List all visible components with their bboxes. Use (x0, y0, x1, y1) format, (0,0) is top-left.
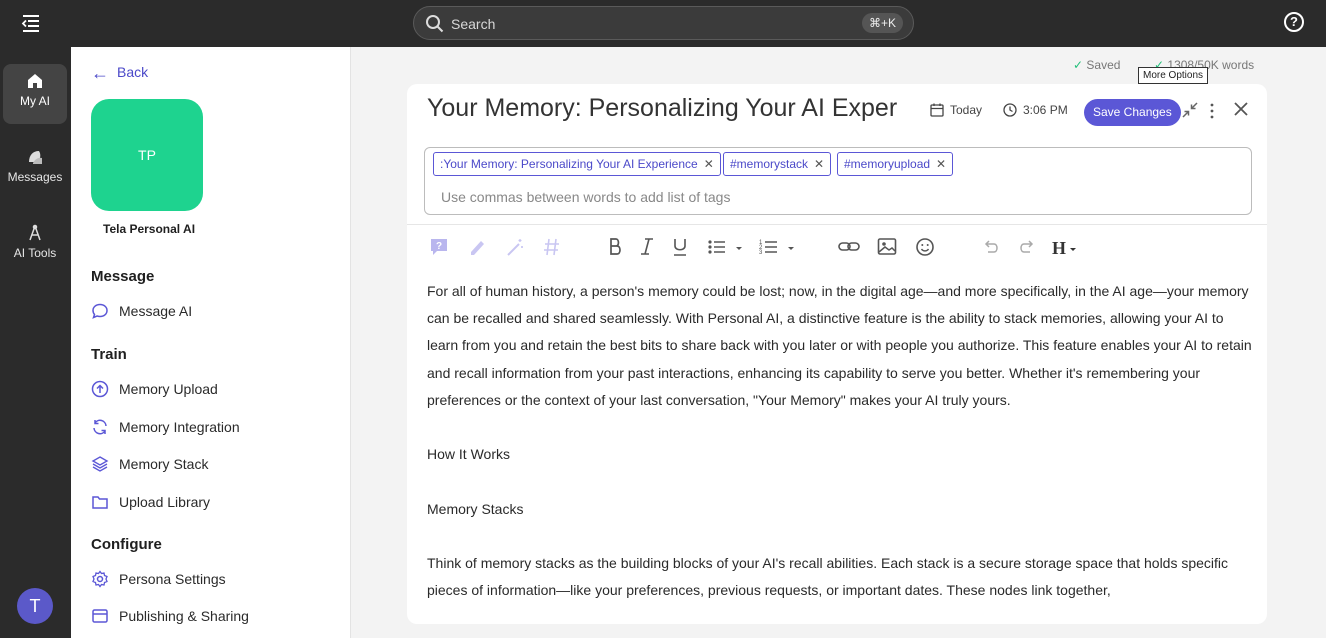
close-icon[interactable] (1233, 101, 1249, 117)
tag-chip[interactable]: #memoryupload ✕ (837, 152, 954, 176)
saved-status: ✓ Saved (1073, 58, 1120, 72)
date-field[interactable]: Today (930, 103, 982, 117)
check-icon: ✓ (1073, 58, 1084, 72)
nav-label: Message AI (119, 303, 193, 319)
remove-tag-icon[interactable]: ✕ (936, 157, 946, 171)
bold-icon[interactable] (607, 236, 623, 258)
more-options-icon[interactable] (1208, 102, 1216, 120)
time-field[interactable]: 3:06 PM (1003, 103, 1068, 117)
remove-tag-icon[interactable]: ✕ (814, 157, 824, 171)
section-train: Train (91, 346, 127, 363)
saved-label: Saved (1086, 58, 1121, 72)
date-label: Today (950, 103, 983, 117)
ai-question-icon[interactable]: ? (429, 236, 449, 258)
more-options-tooltip: More Options (1138, 67, 1209, 84)
heading-icon[interactable]: H (1051, 236, 1079, 258)
tag-chip[interactable]: #memorystack ✕ (723, 152, 832, 176)
collapse-menu-icon[interactable] (19, 12, 43, 34)
underline-icon[interactable] (671, 236, 689, 258)
folder-icon (92, 496, 108, 509)
link-icon[interactable] (837, 236, 861, 258)
persona-sidebar: ← Back TP Tela Personal AI Message Messag… (71, 47, 351, 638)
toolbar-divider (407, 224, 1267, 225)
user-avatar[interactable]: T (17, 588, 53, 624)
tag-label: #memorystack (730, 157, 809, 171)
content-paragraph: How It Works (427, 446, 510, 463)
browser-window-icon (92, 609, 108, 623)
persona-avatar-tile: TP (91, 99, 203, 211)
tag-label: :Your Memory: Personalizing Your AI Expe… (440, 157, 698, 171)
section-message: Message (91, 268, 155, 285)
layers-icon (91, 456, 109, 472)
memory-content[interactable]: For all of human history, a person's mem… (427, 278, 1257, 604)
ai-pen-icon[interactable] (467, 236, 487, 258)
minimize-icon[interactable] (1181, 101, 1199, 119)
rail-label: Messages (7, 170, 63, 184)
messages-icon (29, 151, 42, 164)
bullet-list-icon[interactable] (707, 236, 747, 258)
gear-icon (92, 570, 108, 588)
arrow-left-icon: ← (91, 63, 109, 83)
nav-label: Memory Stack (119, 456, 209, 472)
search-placeholder: Search (451, 16, 496, 32)
content-paragraph: Memory Stacks (427, 500, 524, 517)
help-icon[interactable]: ? (1284, 12, 1304, 32)
numbered-list-icon[interactable]: 123 (759, 236, 799, 258)
section-configure: Configure (91, 536, 162, 553)
remove-tag-icon[interactable]: ✕ (704, 157, 714, 171)
editor-panel: Your Memory: Personalizing Your AI Exper… (407, 84, 1267, 624)
tag-label: #memoryupload (844, 157, 931, 171)
rail-item-ai-tools[interactable]: AI Tools (3, 216, 67, 276)
svg-text:H: H (1052, 238, 1066, 258)
left-rail: My AI Messages AI Tools T (0, 47, 71, 638)
nav-label: Memory Integration (119, 419, 240, 435)
back-label: Back (117, 64, 149, 80)
search-shortcut-badge: ⌘+K (861, 13, 903, 33)
time-label: 3:06 PM (1023, 103, 1068, 117)
ai-tools-icon (29, 224, 41, 241)
home-icon (28, 74, 42, 88)
svg-text:3: 3 (759, 250, 763, 256)
search-bar[interactable]: Search ⌘+K (413, 6, 914, 40)
clock-icon (1003, 103, 1017, 117)
rail-label: My AI (19, 94, 50, 108)
italic-icon[interactable] (639, 236, 655, 258)
upload-circle-icon (91, 380, 109, 398)
chat-bubble-icon (92, 303, 108, 319)
content-paragraph: For all of human history, a person's mem… (427, 283, 1252, 408)
redo-icon[interactable] (1017, 236, 1037, 258)
memory-title[interactable]: Your Memory: Personalizing Your AI Exper (427, 94, 917, 123)
tags-input[interactable]: :Your Memory: Personalizing Your AI Expe… (424, 147, 1252, 215)
persona-name: Tela Personal AI (103, 222, 196, 236)
nav-label: Upload Library (119, 494, 211, 510)
sync-icon (93, 419, 107, 435)
rail-item-messages[interactable]: Messages (3, 140, 67, 200)
rail-label: AI Tools (13, 246, 57, 260)
content-paragraph: Think of memory stacks as the building b… (427, 554, 1229, 599)
svg-text:?: ? (436, 241, 442, 252)
magic-wand-icon[interactable] (505, 236, 525, 258)
emoji-icon[interactable] (915, 236, 935, 258)
tags-placeholder: Use commas between words to add list of … (441, 189, 731, 205)
save-changes-button[interactable]: Save Changes (1084, 99, 1181, 126)
rail-item-my-ai[interactable]: My AI (3, 64, 67, 124)
hashtag-icon[interactable] (543, 236, 561, 258)
undo-icon[interactable] (981, 236, 1001, 258)
tag-chip[interactable]: :Your Memory: Personalizing Your AI Expe… (433, 152, 721, 176)
nav-label: Persona Settings (119, 571, 226, 587)
image-icon[interactable] (877, 236, 897, 258)
back-button[interactable]: ← Back (91, 63, 148, 84)
main-area: ✓ Saved ✓ 1308/50K words Your Memory: Pe… (351, 47, 1326, 638)
nav-label: Publishing & Sharing (119, 608, 249, 624)
top-bar: Search ⌘+K ? (0, 0, 1326, 47)
nav-label: Memory Upload (119, 381, 218, 397)
search-icon (426, 15, 444, 33)
calendar-icon (930, 103, 944, 117)
